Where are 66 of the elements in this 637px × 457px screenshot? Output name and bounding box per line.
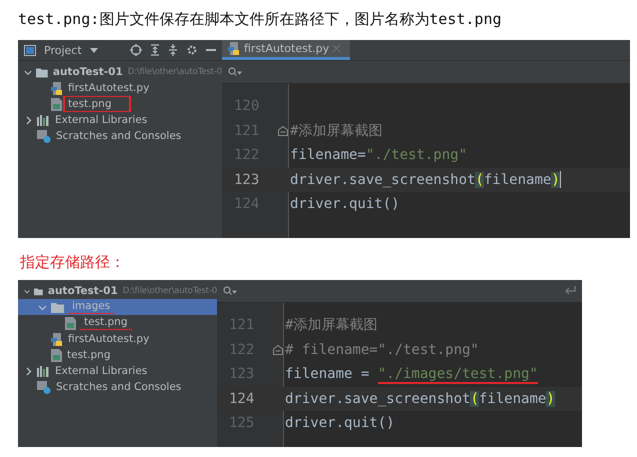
code-line: driver.quit() bbox=[285, 415, 395, 432]
folder-icon bbox=[36, 66, 48, 78]
tree-item[interactable]: External Libraries bbox=[18, 363, 217, 379]
tree-item-label: test.png bbox=[66, 349, 112, 361]
tree-item-label: Scratches and Consoles bbox=[55, 130, 182, 142]
image-file-icon bbox=[65, 316, 76, 330]
line-number: 124 bbox=[228, 390, 256, 407]
editor-tab[interactable]: firstAutotest.py bbox=[222, 40, 350, 60]
python-file-icon bbox=[51, 82, 63, 94]
return-icon[interactable] bbox=[565, 286, 576, 296]
tree-item[interactable]: test.png bbox=[18, 347, 217, 363]
search-icon[interactable] bbox=[228, 67, 242, 77]
locate-icon[interactable] bbox=[130, 44, 142, 56]
tree-item-label: firstAutotest.py bbox=[67, 333, 150, 345]
folder-path: D:\file\other\autoTest-0 bbox=[122, 286, 217, 296]
project-view-icon[interactable] bbox=[24, 44, 36, 56]
image-file-icon bbox=[51, 98, 62, 110]
folder-icon bbox=[51, 302, 64, 312]
code-line: #添加屏幕截图 bbox=[285, 316, 378, 334]
tree-item[interactable]: test.png bbox=[18, 96, 222, 112]
tree-item-label: test.png bbox=[80, 316, 132, 330]
line-number: 123 bbox=[233, 172, 260, 188]
tree-item[interactable]: autoTest-01 D:\file\other\autoTest-0 bbox=[18, 64, 222, 80]
tree-item-label: images bbox=[68, 300, 114, 314]
code-line: filename="./test.png" bbox=[290, 147, 468, 164]
dropdown-caret-icon[interactable] bbox=[90, 48, 98, 52]
code-line: #添加屏幕截图 bbox=[290, 122, 382, 140]
project-view-label[interactable]: Project bbox=[44, 44, 82, 56]
code-line: # filename="./test.png" bbox=[285, 342, 479, 358]
search-icon[interactable] bbox=[223, 286, 237, 296]
fold-icon[interactable] bbox=[273, 344, 283, 355]
tree-item-label: External Libraries bbox=[54, 114, 148, 126]
scratches-icon bbox=[37, 380, 51, 394]
tree-item[interactable]: Scratches and Consoles bbox=[18, 379, 217, 395]
tree-item[interactable]: firstAutotest.py bbox=[18, 331, 217, 347]
settings-icon[interactable] bbox=[186, 44, 198, 56]
tree-item[interactable]: firstAutotest.py bbox=[18, 80, 222, 96]
chevron-right-icon[interactable] bbox=[24, 116, 33, 124]
folder-icon bbox=[34, 286, 43, 296]
code-line: driver.save_screenshot(filename) bbox=[285, 390, 555, 407]
library-icon bbox=[37, 366, 50, 376]
library-icon bbox=[37, 114, 50, 126]
python-file-icon bbox=[228, 42, 240, 55]
tree-item-label: Scratches and Consoles bbox=[55, 381, 182, 393]
code-line: driver.save_screenshot(filename) bbox=[290, 172, 560, 188]
tree-item-label: External Libraries bbox=[54, 365, 148, 377]
code-line: filename = "./images/test.png" bbox=[285, 366, 538, 382]
tree-item[interactable]: autoTest-01 D:\file\other\autoTest-0 bbox=[18, 283, 217, 299]
tree-item-label: autoTest-01 bbox=[46, 285, 119, 297]
fold-icon[interactable] bbox=[278, 126, 288, 136]
tree-item-label: firstAutotest.py bbox=[67, 82, 150, 94]
chevron-right-icon[interactable] bbox=[24, 366, 33, 376]
tree-item[interactable]: External Libraries bbox=[18, 112, 222, 128]
code-line: driver.quit() bbox=[290, 196, 400, 212]
python-file-icon bbox=[51, 332, 63, 346]
tree-item[interactable]: test.png bbox=[18, 315, 217, 331]
tree-item[interactable]: Scratches and Consoles bbox=[18, 128, 222, 144]
tree-item-label: test.png bbox=[66, 98, 128, 110]
folder-path: D:\file\other\autoTest-0 bbox=[128, 67, 222, 77]
expand-all-icon[interactable] bbox=[150, 44, 160, 56]
tree-item-label: autoTest-01 bbox=[52, 66, 124, 78]
scratches-icon bbox=[37, 130, 51, 142]
collapse-all-icon[interactable] bbox=[168, 44, 178, 56]
image-file-icon bbox=[51, 348, 62, 362]
caption: test.png:图片文件保存在脚本文件所在路径下，图片名称为test.png bbox=[18, 8, 503, 30]
note-heading: 指定存储路径： bbox=[19, 252, 126, 272]
